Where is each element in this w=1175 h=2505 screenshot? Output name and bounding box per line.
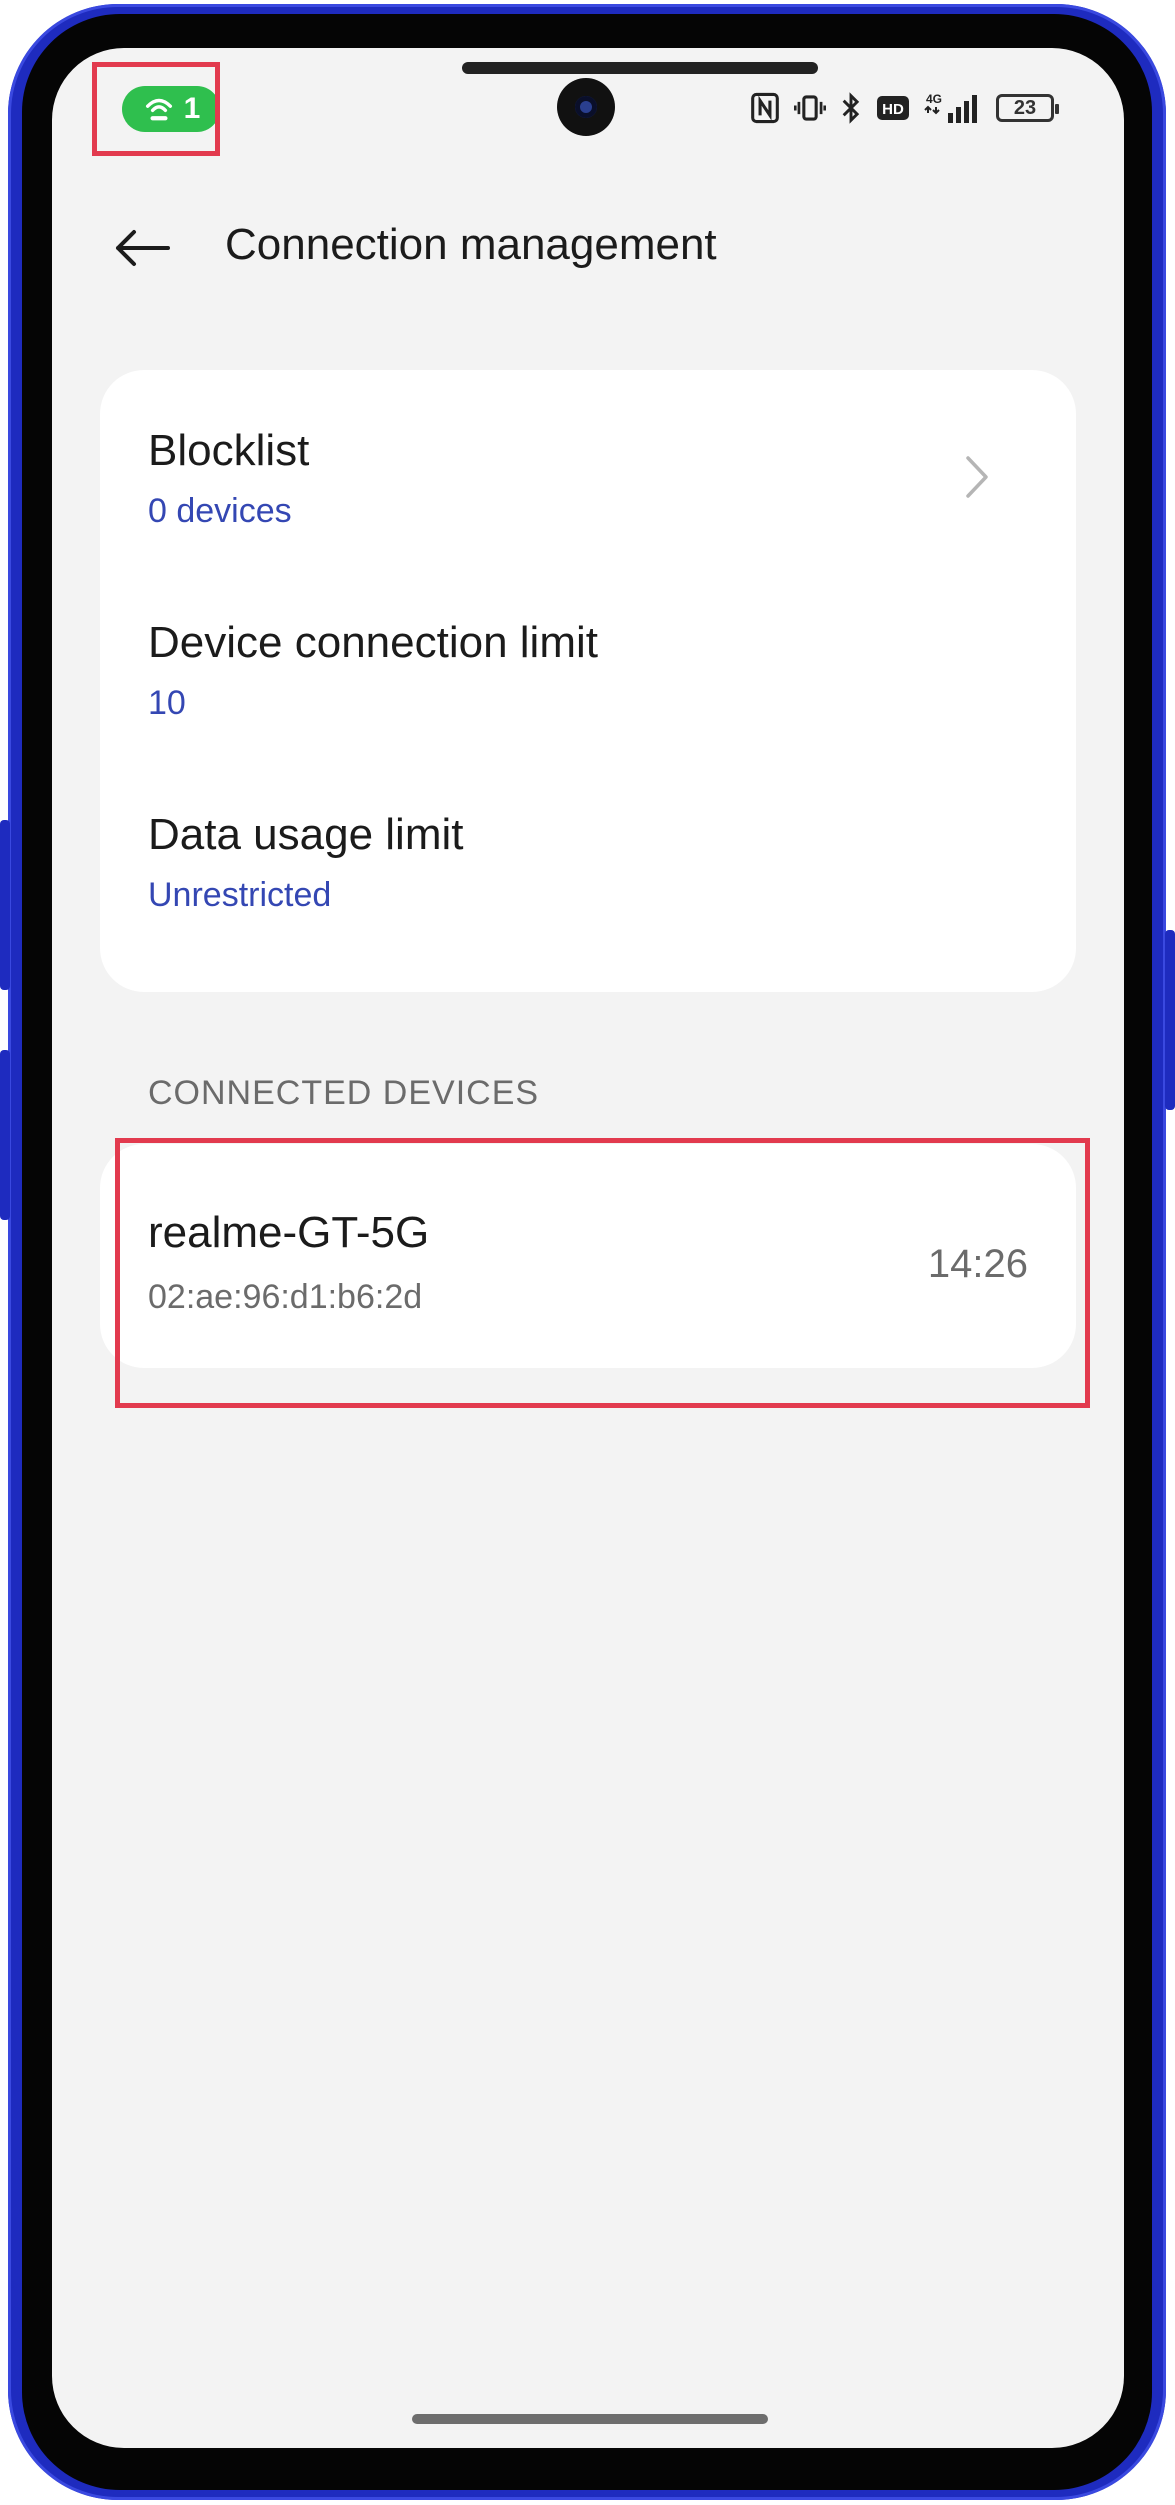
back-arrow-icon: [116, 230, 170, 266]
status-icons: HD 4G 23: [750, 88, 1059, 128]
blocklist-row[interactable]: Blocklist 0 devices: [148, 426, 1028, 536]
back-button[interactable]: [112, 218, 182, 278]
svg-text:HD: HD: [882, 101, 904, 118]
hotspot-highlight-box: [92, 62, 220, 156]
data-limit-title: Data usage limit: [148, 810, 464, 859]
data-limit-value: Unrestricted: [148, 876, 332, 914]
earpiece-speaker: [462, 62, 818, 74]
connection-limit-title: Device connection limit: [148, 618, 598, 667]
battery-level: 23: [1013, 96, 1037, 119]
power-button: [1165, 930, 1175, 1110]
home-indicator[interactable]: [412, 2414, 768, 2424]
connection-limit-row[interactable]: Device connection limit 10: [148, 618, 1028, 728]
front-camera: [557, 78, 615, 136]
nfc-icon: [750, 92, 780, 124]
volume-button: [0, 820, 10, 990]
volume-button-lower: [0, 1050, 10, 1220]
screen: 1 HD 4G 23 Connection management Blockli…: [52, 48, 1124, 2448]
bluetooth-icon: [840, 92, 862, 124]
connected-devices-heading: CONNECTED DEVICES: [148, 1074, 540, 1112]
data-limit-row[interactable]: Data usage limit Unrestricted: [148, 810, 1028, 920]
svg-text:4G: 4G: [926, 92, 942, 106]
signal-4g-icon: 4G: [924, 91, 982, 125]
device-highlight-box: [115, 1138, 1090, 1408]
page-title: Connection management: [225, 220, 717, 269]
blocklist-title: Blocklist: [148, 426, 310, 475]
hd-icon: HD: [876, 93, 910, 123]
settings-card: Blocklist 0 devices Device connection li…: [100, 370, 1076, 992]
vibrate-icon: [794, 92, 826, 124]
battery-icon: 23: [996, 94, 1059, 122]
chevron-right-icon: [966, 456, 988, 498]
blocklist-value: 0 devices: [148, 492, 292, 530]
connection-limit-value: 10: [148, 684, 186, 722]
